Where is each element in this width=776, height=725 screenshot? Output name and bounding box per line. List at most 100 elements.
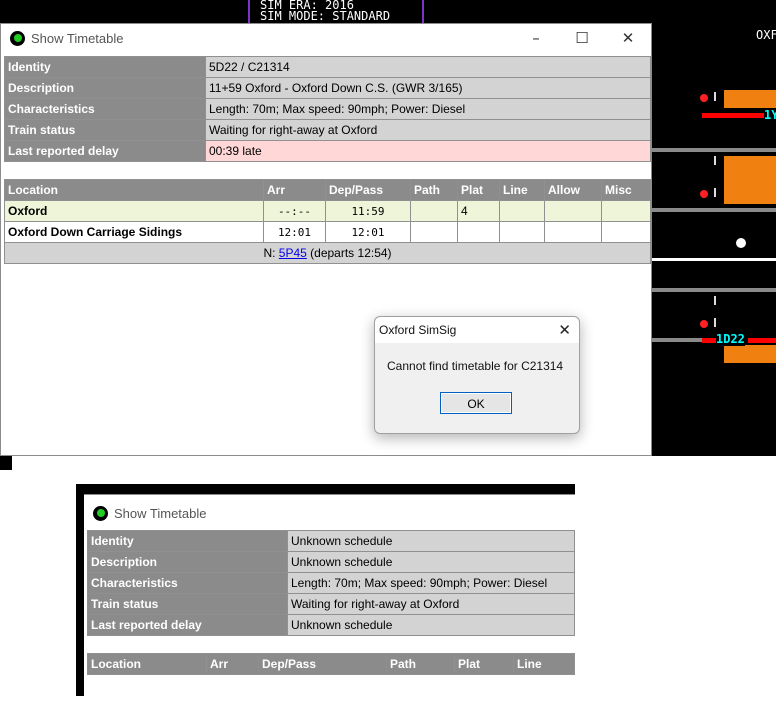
column-header-path[interactable]: Path	[386, 653, 455, 675]
cell-allow	[544, 221, 602, 243]
signal-post-icon	[714, 296, 716, 305]
column-header-allow[interactable]: Allow	[544, 179, 602, 201]
platform-block	[724, 345, 776, 363]
ok-button[interactable]: OK	[440, 392, 512, 414]
train-details-table: Identity 5D22 / C21314 Description 11+59 Ox…	[4, 56, 651, 162]
detail-label: Characteristics	[87, 572, 288, 594]
platform-block	[724, 156, 776, 204]
close-icon[interactable]: ✕	[605, 29, 651, 47]
column-header-dep-pass[interactable]: Dep/Pass	[258, 653, 387, 675]
detail-label: Identity	[87, 530, 288, 552]
next-working-row: N: 5P45 (departs 12:54)	[4, 242, 651, 264]
error-dialog[interactable]: Oxford SimSig ✕ Cannot find timetable fo…	[374, 316, 580, 434]
detail-label: Last reported delay	[87, 614, 288, 636]
detail-row: Characteristics Length: 70m; Max speed: 9…	[4, 98, 651, 120]
schedule-table: Location Arr Dep/Pass Path Plat Line Allow Misc…	[4, 179, 651, 264]
column-header-arr[interactable]: Arr	[206, 653, 259, 675]
train-headcode[interactable]: 1Y	[764, 108, 776, 122]
column-header-path[interactable]: Path	[410, 179, 458, 201]
cell-plat	[457, 221, 500, 243]
cell-path	[410, 221, 458, 243]
shunt-signal-icon	[736, 238, 746, 248]
detail-row: Last reported delay Unknown schedule	[87, 614, 575, 636]
location-label: OXF	[756, 28, 776, 42]
detail-label: Description	[87, 551, 288, 573]
detail-label: Last reported delay	[4, 140, 206, 162]
cell-arr: --:--	[263, 200, 326, 222]
column-header-location[interactable]: Location	[4, 179, 264, 201]
window-titlebar[interactable]: Show Timetable	[84, 495, 575, 531]
column-header-location[interactable]: Location	[87, 653, 207, 675]
detail-value: Waiting for right-away at Oxford	[205, 119, 651, 141]
detail-value: 5D22 / C21314	[205, 56, 651, 78]
window-title: Show Timetable	[114, 505, 207, 521]
detail-value: 00:39 late	[205, 140, 651, 162]
signal-red-icon[interactable]	[700, 320, 708, 328]
cell-location: Oxford	[4, 200, 264, 222]
dialog-titlebar[interactable]: Oxford SimSig ✕	[375, 317, 579, 343]
detail-value: Length: 70m; Max speed: 90mph; Power: Di…	[287, 572, 575, 594]
detail-row: Train status Waiting for right-away at Ox…	[4, 119, 651, 141]
column-header-line[interactable]: Line	[513, 653, 575, 675]
window-titlebar[interactable]: Show Timetable – ☐ ✕	[1, 24, 651, 52]
maximize-icon[interactable]: ☐	[559, 29, 605, 47]
signal-red-icon[interactable]	[700, 94, 708, 102]
track-segment	[652, 288, 776, 292]
train-headcode[interactable]: 1D22	[716, 332, 745, 346]
detail-value: Length: 70m; Max speed: 90mph; Power: Di…	[205, 98, 651, 120]
signal-red-icon[interactable]	[700, 190, 708, 198]
track-segment	[652, 208, 776, 212]
cell-line	[499, 221, 545, 243]
cell-misc	[601, 221, 651, 243]
cell-dep: 12:01	[325, 221, 411, 243]
simsig-app-icon	[10, 30, 25, 46]
minimize-icon[interactable]: –	[513, 29, 559, 47]
cell-dep: 11:59	[325, 200, 411, 222]
sim-info-banner: SIM ERA: 2016 SIM MODE: STANDARD	[248, 0, 424, 24]
track-segment	[652, 148, 776, 152]
dialog-title: Oxford SimSig	[379, 323, 457, 337]
detail-label: Train status	[87, 593, 288, 615]
column-header-line[interactable]: Line	[499, 179, 545, 201]
cell-plat: 4	[457, 200, 500, 222]
timetable-window-unknown[interactable]: Show Timetable Identity Unknown schedule D…	[84, 494, 575, 696]
next-prefix: N:	[263, 246, 279, 260]
detail-value: 11+59 Oxford - Oxford Down C.S. (GWR 3/1…	[205, 77, 651, 99]
detail-row: Characteristics Length: 70m; Max speed: 9…	[87, 572, 575, 594]
detail-value: Unknown schedule	[287, 614, 575, 636]
column-header-dep-pass[interactable]: Dep/Pass	[325, 179, 411, 201]
detail-row: Description Unknown schedule	[87, 551, 575, 573]
window-title: Show Timetable	[31, 30, 124, 46]
frame-border	[76, 484, 575, 494]
schedule-table: Location Arr Dep/Pass Path Plat Line	[87, 653, 575, 675]
detail-value: Unknown schedule	[287, 530, 575, 552]
column-header-misc[interactable]: Misc	[601, 179, 651, 201]
detail-value: Unknown schedule	[287, 551, 575, 573]
detail-row: Description 11+59 Oxford - Oxford Down C.…	[4, 77, 651, 99]
close-icon[interactable]: ✕	[558, 317, 571, 343]
detail-row: Last reported delay 00:39 late	[4, 140, 651, 162]
detail-label: Description	[4, 77, 206, 99]
dialog-message: Cannot find timetable for C21314	[387, 359, 564, 373]
cell-allow	[544, 200, 602, 222]
next-departs: (departs 12:54)	[306, 246, 392, 260]
sim-mode-label: SIM MODE: STANDARD	[260, 9, 391, 23]
cell-arr: 12:01	[263, 221, 326, 243]
frame-border	[76, 484, 84, 696]
train-details-table: Identity Unknown schedule Description Unkno…	[87, 530, 575, 636]
table-row[interactable]: Oxford Down Carriage Sidings 12:01 12:01	[4, 221, 651, 243]
column-header-plat[interactable]: Plat	[457, 179, 500, 201]
detail-row: Identity 5D22 / C21314	[4, 56, 651, 78]
signal-post-icon	[714, 156, 716, 165]
table-row[interactable]: Oxford --:-- 11:59 4	[4, 200, 651, 222]
cell-location: Oxford Down Carriage Sidings	[4, 221, 264, 243]
route-set-track	[702, 113, 764, 118]
column-header-arr[interactable]: Arr	[263, 179, 326, 201]
column-header-plat[interactable]: Plat	[454, 653, 514, 675]
next-working-cell: N: 5P45 (departs 12:54)	[4, 242, 651, 264]
next-train-link[interactable]: 5P45	[279, 246, 307, 260]
simsig-app-icon	[93, 505, 108, 521]
detail-label: Train status	[4, 119, 206, 141]
signal-post-icon	[714, 92, 716, 101]
route-set-track	[748, 338, 776, 343]
